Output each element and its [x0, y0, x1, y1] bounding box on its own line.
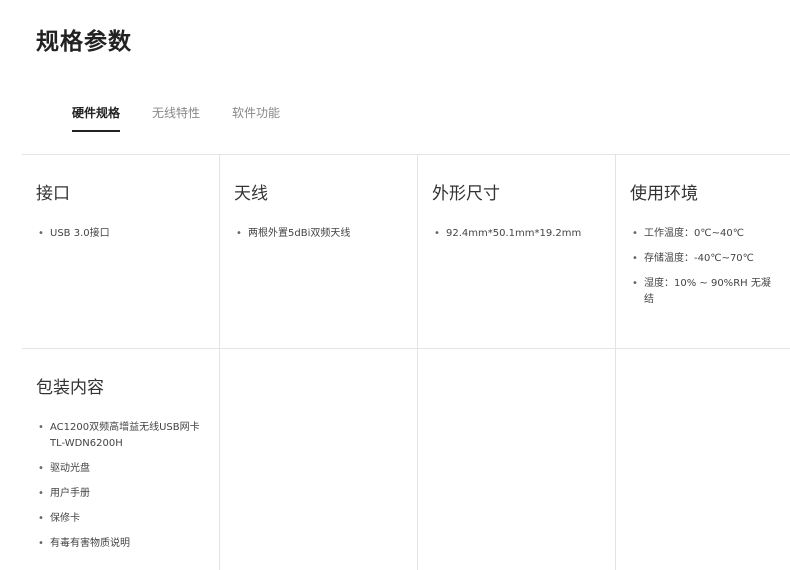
spec-heading-antenna: 天线 — [234, 184, 268, 204]
spec-cell-package: 包装内容 AC1200双频高增益无线USB网卡 TL-WDN6200H 驱动光盘… — [22, 349, 219, 570]
list-item: 湿度：10% ~ 90%RH 无凝结 — [630, 276, 780, 308]
tab-software-functions[interactable]: 软件功能 — [232, 104, 280, 132]
list-item: 有毒有害物质说明 — [36, 536, 209, 552]
spec-cell-environment: 使用环境 工作温度：0℃~40℃ 存储温度：-40℃~70℃ 湿度：10% ~ … — [616, 155, 790, 348]
list-item: 存储温度：-40℃~70℃ — [630, 251, 780, 267]
list-item: 驱动光盘 — [36, 461, 209, 477]
spec-cell-dimensions: 外形尺寸 92.4mm*50.1mm*19.2mm — [418, 155, 615, 348]
spec-list-antenna: 两根外置5dBi双频天线 — [234, 226, 407, 242]
spec-heading-interface: 接口 — [36, 184, 70, 204]
spec-list-environment: 工作温度：0℃~40℃ 存储温度：-40℃~70℃ 湿度：10% ~ 90%RH… — [630, 226, 780, 308]
spec-list-dimensions: 92.4mm*50.1mm*19.2mm — [432, 226, 605, 242]
list-item: USB 3.0接口 — [36, 226, 209, 242]
spec-list-package: AC1200双频高增益无线USB网卡 TL-WDN6200H 驱动光盘 用户手册… — [36, 420, 209, 552]
list-item: 两根外置5dBi双频天线 — [234, 226, 407, 242]
tab-hardware-specs[interactable]: 硬件规格 — [72, 104, 121, 132]
spec-tabs: 硬件规格 无线特性 软件功能 — [72, 104, 312, 132]
spec-heading-environment: 使用环境 — [630, 184, 698, 204]
spec-list-interface: USB 3.0接口 — [36, 226, 209, 242]
spec-cell-interface: 接口 USB 3.0接口 — [22, 155, 219, 348]
spec-heading-package: 包装内容 — [36, 378, 104, 398]
list-item: AC1200双频高增益无线USB网卡 TL-WDN6200H — [36, 420, 209, 452]
list-item: 92.4mm*50.1mm*19.2mm — [432, 226, 605, 242]
page-title: 规格参数 — [36, 29, 132, 55]
spec-heading-dimensions: 外形尺寸 — [432, 184, 500, 204]
spec-grid: 接口 USB 3.0接口 天线 两根外置5dBi双频天线 外形尺寸 92.4mm… — [22, 154, 790, 570]
tab-wireless-features[interactable]: 无线特性 — [152, 104, 200, 132]
spec-cell-antenna: 天线 两根外置5dBi双频天线 — [220, 155, 417, 348]
list-item: 工作温度：0℃~40℃ — [630, 226, 780, 242]
list-item: 用户手册 — [36, 486, 209, 502]
list-item: 保修卡 — [36, 511, 209, 527]
